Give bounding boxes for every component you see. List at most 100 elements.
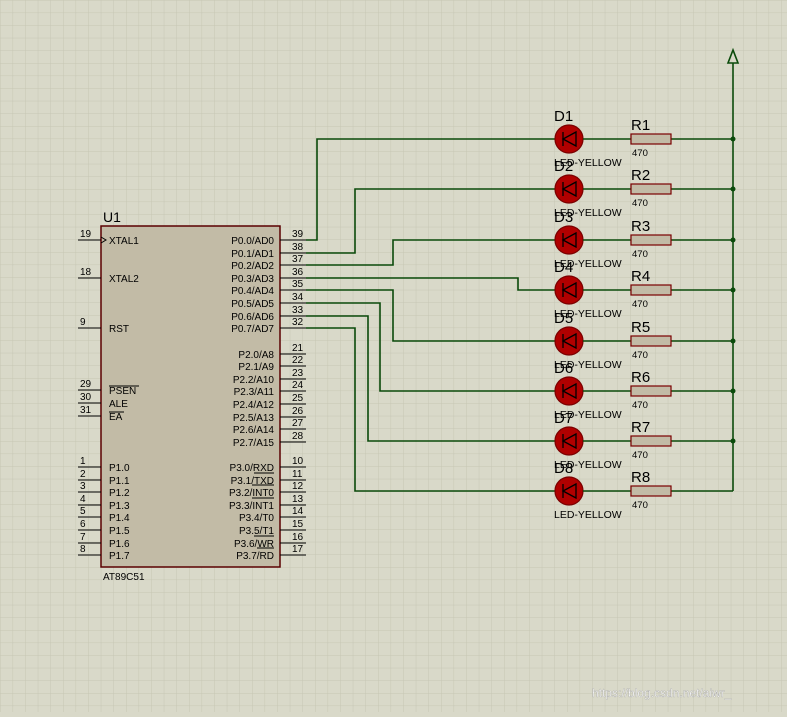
led-body[interactable] <box>554 225 584 255</box>
pin-name: P3.7/RD <box>236 551 274 562</box>
resistor-value-label: 470 <box>632 198 648 209</box>
pin-number: 26 <box>292 406 304 417</box>
microcontroller-u1[interactable]: U1 AT89C51 19XTAL118XTAL29RST29PSEN30ALE… <box>78 209 306 583</box>
pin-number: 31 <box>80 405 92 416</box>
led-part-label: LED-YELLOW <box>554 509 622 521</box>
resistor-body[interactable] <box>630 485 672 497</box>
resistor-body[interactable] <box>630 133 672 145</box>
watermark: https://blog.csdn.net/aiwr_ <box>592 686 732 700</box>
led-body[interactable] <box>554 326 584 356</box>
pin-number: 34 <box>292 292 304 303</box>
pin-number: 22 <box>292 355 304 366</box>
pin-number: 10 <box>292 456 304 467</box>
led-body[interactable] <box>554 476 584 506</box>
pin-number: 13 <box>292 494 304 505</box>
pin-name: P1.0 <box>109 463 130 474</box>
pin-name: P1.6 <box>109 539 130 550</box>
pin-name: P0.4/AD4 <box>231 286 274 297</box>
resistor-value-label: 470 <box>632 299 648 310</box>
pin-number: 8 <box>80 544 86 555</box>
right-pins: 39 P0.0/AD0 38 P0.1/AD1 37 P0.2/AD2 36 P0.3/AD3… <box>229 229 306 562</box>
pin-number: 15 <box>292 519 304 530</box>
pin-name: XTAL2 <box>109 274 139 285</box>
pin-name: P2.2/A10 <box>233 375 275 386</box>
led-ref-label: D7 <box>554 410 573 427</box>
pin-number: 30 <box>80 392 92 403</box>
pin-name: P0.7/AD7 <box>231 324 274 335</box>
resistor-value-label: 470 <box>632 500 648 511</box>
led-ref-label: D6 <box>554 360 573 377</box>
pin-number: 9 <box>80 317 86 328</box>
pin-name: P3.0/RXD <box>230 463 274 474</box>
pin-number: 27 <box>292 418 304 429</box>
pin-number: 12 <box>292 481 304 492</box>
resistor-ref-label: R6 <box>631 369 650 386</box>
led-body[interactable] <box>554 275 584 305</box>
resistor-body[interactable] <box>630 335 672 347</box>
pin-number: 38 <box>292 242 304 253</box>
pin-number: 32 <box>292 317 304 328</box>
resistor-body[interactable] <box>630 183 672 195</box>
pin-name: P0.0/AD0 <box>231 236 274 247</box>
junction-dot <box>730 136 736 142</box>
pin-number: 18 <box>80 267 92 278</box>
chip-part-label: AT89C51 <box>103 572 145 583</box>
led-ref-label: D4 <box>554 259 573 276</box>
pin-name: P3.2/INT0 <box>229 488 274 499</box>
resistor-ref-label: R2 <box>631 167 650 184</box>
pin-name: P1.4 <box>109 513 130 524</box>
junction-dot <box>730 388 736 394</box>
pin-number: 6 <box>80 519 86 530</box>
led-body[interactable] <box>554 426 584 456</box>
pin-name: RST <box>109 324 129 335</box>
resistor-value-label: 470 <box>632 249 648 260</box>
pin-name: PSEN <box>109 386 136 397</box>
junction-dot <box>730 287 736 293</box>
pin-name: P0.2/AD2 <box>231 261 274 272</box>
schematic-canvas[interactable]: U1 AT89C51 19 XTAL1 18 XTAL2 9 RST 29 PSEN 30 ALE… <box>0 0 787 712</box>
pin-number: 19 <box>80 229 92 240</box>
pin-name: P1.3 <box>109 501 130 512</box>
junction-dot <box>730 186 736 192</box>
resistor-ref-label: R3 <box>631 218 650 235</box>
resistor-body[interactable] <box>630 234 672 246</box>
led-body[interactable] <box>554 174 584 204</box>
pin-name: P1.1 <box>109 476 130 487</box>
pin-name: P1.2 <box>109 488 130 499</box>
pin-number: 14 <box>292 506 304 517</box>
resistor-value-label: 470 <box>632 350 648 361</box>
pin-number: 3 <box>80 481 86 492</box>
pin-number: 35 <box>292 279 304 290</box>
pin-name: P3.3/INT1 <box>229 501 274 512</box>
pin-name: P3.5/T1 <box>239 526 274 537</box>
pin-number: 21 <box>292 343 304 354</box>
resistor-body[interactable] <box>630 284 672 296</box>
pin-number: 4 <box>80 494 86 505</box>
pin-number: 17 <box>292 544 304 555</box>
resistor-body[interactable] <box>630 385 672 397</box>
pin-name: P1.7 <box>109 551 130 562</box>
pin-number: 29 <box>80 379 92 390</box>
pin-number: 11 <box>292 469 303 480</box>
resistor-ref-label: R7 <box>631 419 650 436</box>
resistor-body[interactable] <box>630 435 672 447</box>
pin-name: XTAL1 <box>109 236 139 247</box>
schematic-svg[interactable]: U1 AT89C51 19XTAL118XTAL29RST29PSEN30ALE… <box>0 0 787 712</box>
pin-name: P2.0/A8 <box>238 350 274 361</box>
pin-number: 7 <box>80 532 86 543</box>
junction-dot <box>730 438 736 444</box>
pin-number: 2 <box>80 469 86 480</box>
resistor-value-label: 470 <box>632 450 648 461</box>
pin-number: 1 <box>80 456 86 467</box>
led-body[interactable] <box>554 124 584 154</box>
pin-name: P2.1/A9 <box>238 362 274 373</box>
pin-number: 37 <box>292 254 304 265</box>
resistor-ref-label: R5 <box>631 319 650 336</box>
pin-number: 28 <box>292 431 304 442</box>
led-ref-label: D1 <box>554 108 573 125</box>
pin-name: EA <box>109 412 123 423</box>
led-ref-label: D2 <box>554 158 573 175</box>
pin-number: 24 <box>292 380 304 391</box>
resistor-ref-label: R4 <box>631 268 650 285</box>
led-body[interactable] <box>554 376 584 406</box>
